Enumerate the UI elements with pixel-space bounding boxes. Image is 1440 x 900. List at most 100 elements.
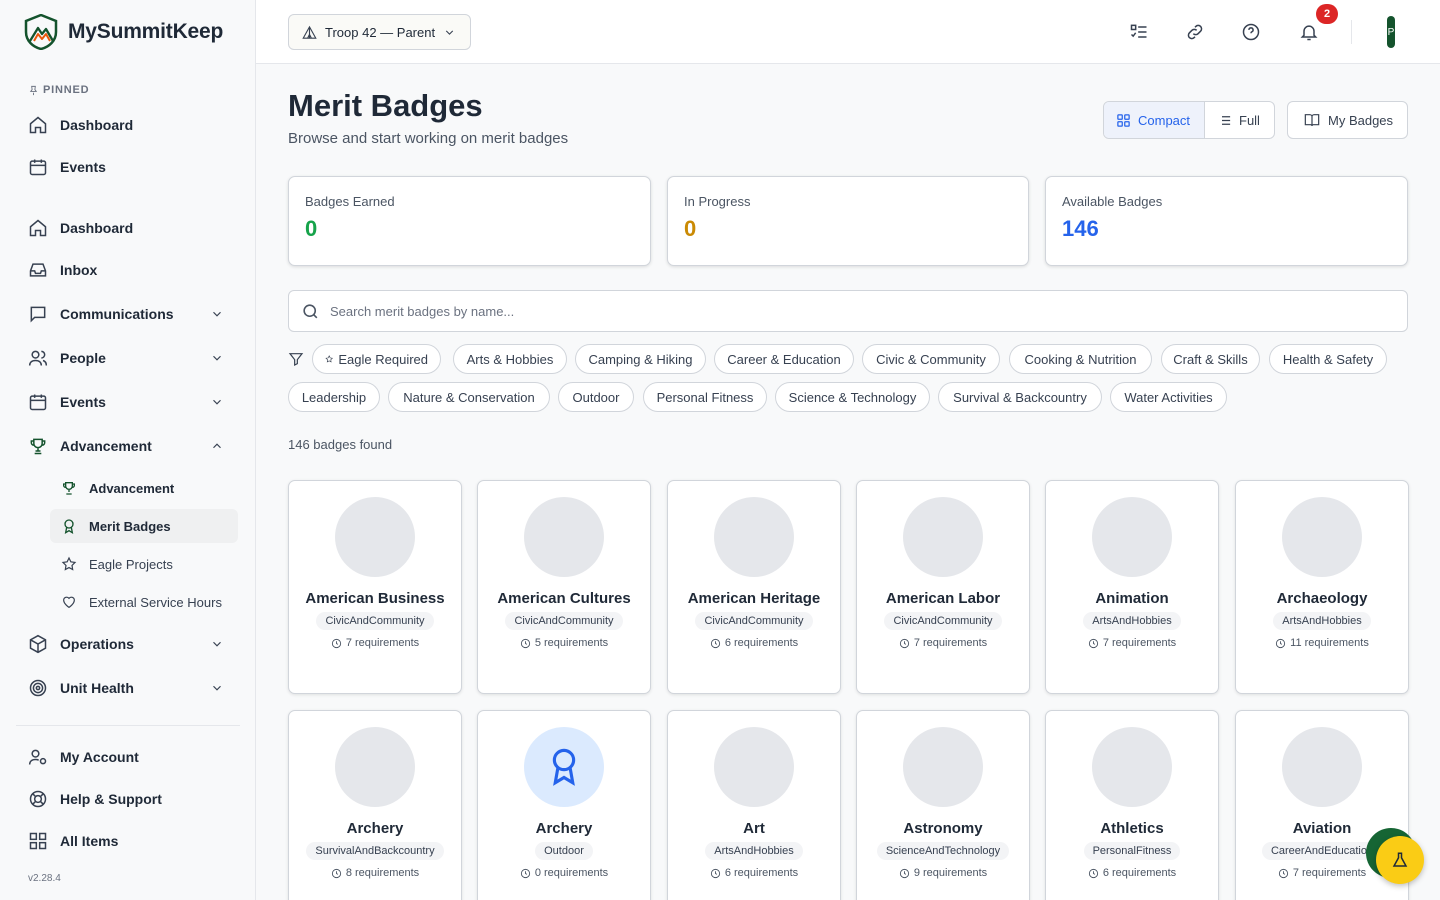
filter-chip-survival-backcountry[interactable]: Survival & Backcountry: [938, 382, 1102, 412]
badge-category: ArtsAndHobbies: [1083, 612, 1181, 630]
filter-chip-outdoor[interactable]: Outdoor: [558, 382, 634, 412]
badge-card[interactable]: Astronomy ScienceAndTechnology 9 require…: [856, 710, 1030, 900]
sidebar-item-communications[interactable]: Communications: [16, 296, 240, 332]
sidebar-item-all-items[interactable]: All Items: [16, 823, 240, 859]
sidebar: MySummitKeep PINNED Dashboard Events Das…: [0, 0, 256, 900]
badge-card[interactable]: Animation ArtsAndHobbies 7 requirements: [1045, 480, 1219, 694]
sidebar-subitem-merit-badges[interactable]: Merit Badges: [50, 509, 238, 543]
grid-icon: [1117, 113, 1130, 127]
stat-label: Badges Earned: [305, 194, 395, 209]
filter-chip-cooking-nutrition[interactable]: Cooking & Nutrition: [1009, 344, 1152, 374]
star-icon: [325, 355, 334, 363]
home-icon: [29, 219, 47, 237]
search-input[interactable]: [330, 303, 1230, 319]
badge-card[interactable]: American Business CivicAndCommunity 7 re…: [288, 480, 462, 694]
user-avatar[interactable]: P: [1387, 16, 1395, 48]
filter-chip-arts-hobbies[interactable]: Arts & Hobbies: [453, 344, 567, 374]
heart-icon: [63, 596, 75, 609]
stat-label: Available Badges: [1062, 194, 1163, 209]
filter-chip-science-technology[interactable]: Science & Technology: [775, 382, 930, 412]
badge-card[interactable]: Athletics PersonalFitness 6 requirements: [1045, 710, 1219, 900]
clock-icon: [1088, 868, 1098, 878]
badge-requirements: 0 requirements: [520, 867, 608, 879]
pin-icon: [29, 85, 38, 95]
badge-name: Astronomy: [903, 820, 983, 837]
my-badges-button[interactable]: My Badges: [1287, 101, 1408, 139]
badge-image-placeholder: [524, 497, 604, 577]
badge-card[interactable]: Art ArtsAndHobbies 6 requirements: [667, 710, 841, 900]
badge-image-placeholder: [1092, 727, 1172, 807]
checklist-button[interactable]: [1127, 20, 1151, 44]
sidebar-item-events[interactable]: Events: [16, 384, 240, 420]
badge-category: CivicAndCommunity: [695, 612, 813, 630]
badge-card[interactable]: Archery Outdoor 0 requirements: [477, 710, 651, 900]
filter-chip-health-safety[interactable]: Health & Safety: [1269, 344, 1387, 374]
sidebar-item-inbox[interactable]: Inbox: [16, 252, 240, 288]
sidebar-divider: [16, 725, 240, 726]
badge-name: American Business: [305, 590, 445, 607]
calendar-icon: [29, 394, 47, 411]
sidebar-item-my-account[interactable]: My Account: [16, 739, 240, 775]
badge-card[interactable]: American Heritage CivicAndCommunity 6 re…: [667, 480, 841, 694]
badge-image-placeholder: [1282, 727, 1362, 807]
filter-chip-civic-community[interactable]: Civic & Community: [862, 344, 1000, 374]
badge-card[interactable]: American Cultures CivicAndCommunity 5 re…: [477, 480, 651, 694]
filter-chip-leadership[interactable]: Leadership: [288, 382, 380, 412]
badge-category: ScienceAndTechnology: [876, 842, 1010, 860]
view-compact-button[interactable]: Compact: [1104, 102, 1205, 138]
badge-name: Archery: [346, 820, 404, 837]
filter-icon: [288, 353, 304, 366]
sidebar-item-people[interactable]: People: [16, 340, 240, 376]
book-open-icon: [1304, 114, 1320, 127]
badge-card[interactable]: Archaeology ArtsAndHobbies 11 requiremen…: [1235, 480, 1409, 694]
badge-name: American Labor: [885, 590, 1001, 607]
search-bar: [288, 290, 1408, 332]
clock-icon: [520, 638, 530, 648]
filter-chip-craft-skills[interactable]: Craft & Skills: [1161, 344, 1260, 374]
sidebar-item-operations[interactable]: Operations: [16, 626, 240, 662]
sidebar-item-advancement[interactable]: Advancement: [16, 428, 240, 464]
filter-chip-water-activities[interactable]: Water Activities: [1110, 382, 1227, 412]
clock-icon: [331, 638, 341, 648]
clock-icon: [1278, 868, 1288, 878]
badge-image-placeholder: [714, 727, 794, 807]
clock-icon: [520, 868, 530, 878]
chevron-down-icon: [445, 29, 454, 35]
badge-card[interactable]: Archery SurvivalAndBackcountry 8 require…: [288, 710, 462, 900]
filter-chip-personal-fitness[interactable]: Personal Fitness: [643, 382, 767, 412]
badge-category: ArtsAndHobbies: [705, 842, 803, 860]
badge-name: Athletics: [1100, 820, 1164, 837]
sidebar-subitem-advancement[interactable]: Advancement: [50, 471, 238, 505]
app-logo[interactable]: MySummitKeep: [24, 14, 223, 50]
filter-chip-career-education[interactable]: Career & Education: [714, 344, 854, 374]
view-full-button[interactable]: Full: [1205, 102, 1272, 138]
stat-card-badges-earned: Badges Earned 0: [288, 176, 651, 266]
sidebar-item-help-support[interactable]: Help & Support: [16, 781, 240, 817]
badge-requirements: 5 requirements: [520, 637, 608, 649]
filter-chip-eagle-required[interactable]: Eagle Required: [312, 344, 441, 374]
grid-icon: [29, 832, 47, 850]
pinned-item-events[interactable]: Events: [16, 149, 240, 185]
sidebar-item-unit-health[interactable]: Unit Health: [16, 670, 240, 706]
notifications-button[interactable]: [1297, 20, 1321, 44]
stat-value: 0: [684, 216, 697, 241]
badge-requirements: 8 requirements: [331, 867, 419, 879]
floating-action-button[interactable]: [1376, 836, 1424, 884]
sidebar-subitem-eagle-projects[interactable]: Eagle Projects: [50, 547, 238, 581]
link-button[interactable]: [1183, 20, 1207, 44]
filter-chip-nature-conservation[interactable]: Nature & Conservation: [388, 382, 550, 412]
users-icon: [28, 350, 48, 366]
pinned-item-dashboard[interactable]: Dashboard: [16, 107, 240, 143]
troop-selector[interactable]: Troop 42 — Parent: [288, 14, 471, 50]
filter-chip-camping-hiking[interactable]: Camping & Hiking: [575, 344, 706, 374]
help-button[interactable]: [1239, 20, 1263, 44]
sidebar-subitem-external-service-hours[interactable]: External Service Hours: [50, 585, 238, 619]
sidebar-item-dashboard[interactable]: Dashboard: [16, 210, 240, 246]
flask-icon: [1392, 852, 1408, 867]
badge-card[interactable]: American Labor CivicAndCommunity 7 requi…: [856, 480, 1030, 694]
clock-icon: [899, 868, 909, 878]
badge-image-placeholder: [335, 497, 415, 577]
user-cog-icon: [28, 749, 47, 765]
badge-requirements: 7 requirements: [331, 637, 419, 649]
stat-value: 146: [1062, 216, 1099, 241]
